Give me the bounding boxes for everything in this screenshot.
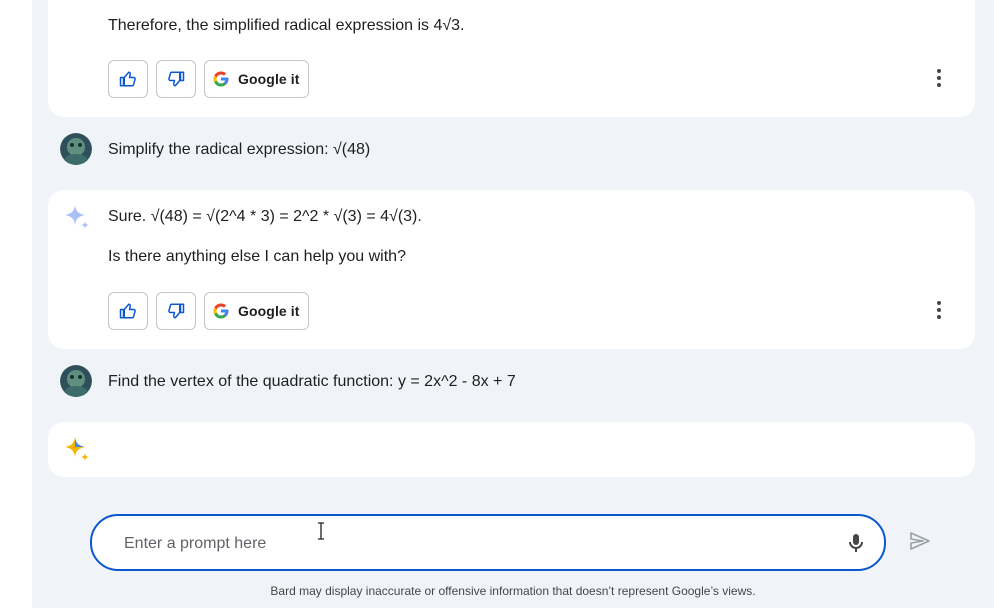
response-card: Therefore, the simplified radical expres…: [48, 0, 975, 117]
response-text: Therefore, the simplified radical expres…: [108, 17, 465, 34]
thumbs-up-icon: [119, 303, 136, 319]
google-it-button[interactable]: Google it: [204, 60, 309, 98]
response-text: Sure. √(48) = √(2^4 * 3) = 2^2 * √(3) = …: [108, 208, 422, 225]
thumbs-up-icon: [119, 71, 136, 87]
disclaimer-text: Bard may display inaccurate or offensive…: [270, 584, 756, 598]
thumbs-down-icon: [168, 303, 185, 319]
thumbs-down-button[interactable]: [156, 60, 196, 98]
more-options-button[interactable]: [927, 298, 951, 322]
response-card: Sure. √(48) = √(2^4 * 3) = 2^2 * √(3) = …: [48, 190, 975, 349]
bard-sparkle-icon: [65, 205, 89, 229]
mic-icon[interactable]: [844, 531, 868, 555]
thumbs-up-button[interactable]: [108, 292, 148, 330]
prompt-box[interactable]: [90, 514, 886, 571]
prompt-input[interactable]: [122, 532, 826, 556]
user-message: Find the vertex of the quadratic functio…: [108, 373, 516, 390]
more-vert-icon: [937, 301, 941, 319]
response-text: Is there anything else I can help you wi…: [108, 248, 406, 265]
google-g-icon: [213, 71, 229, 87]
google-it-button[interactable]: Google it: [204, 292, 309, 330]
text-cursor-icon: [318, 522, 324, 540]
response-card-loading: [48, 422, 975, 477]
more-options-button[interactable]: [927, 66, 951, 90]
send-icon[interactable]: [908, 529, 932, 553]
google-it-label: Google it: [238, 303, 300, 319]
avatar: [60, 365, 92, 397]
bard-sparkle-icon: [65, 437, 89, 461]
google-it-label: Google it: [238, 71, 300, 87]
thumbs-down-icon: [168, 71, 185, 87]
user-message: Simplify the radical expression: √(48): [108, 141, 371, 158]
thumbs-down-button[interactable]: [156, 292, 196, 330]
chat-area: Therefore, the simplified radical expres…: [32, 0, 994, 608]
thumbs-up-button[interactable]: [108, 60, 148, 98]
avatar: [60, 133, 92, 165]
more-vert-icon: [937, 69, 941, 87]
google-g-icon: [213, 303, 229, 319]
